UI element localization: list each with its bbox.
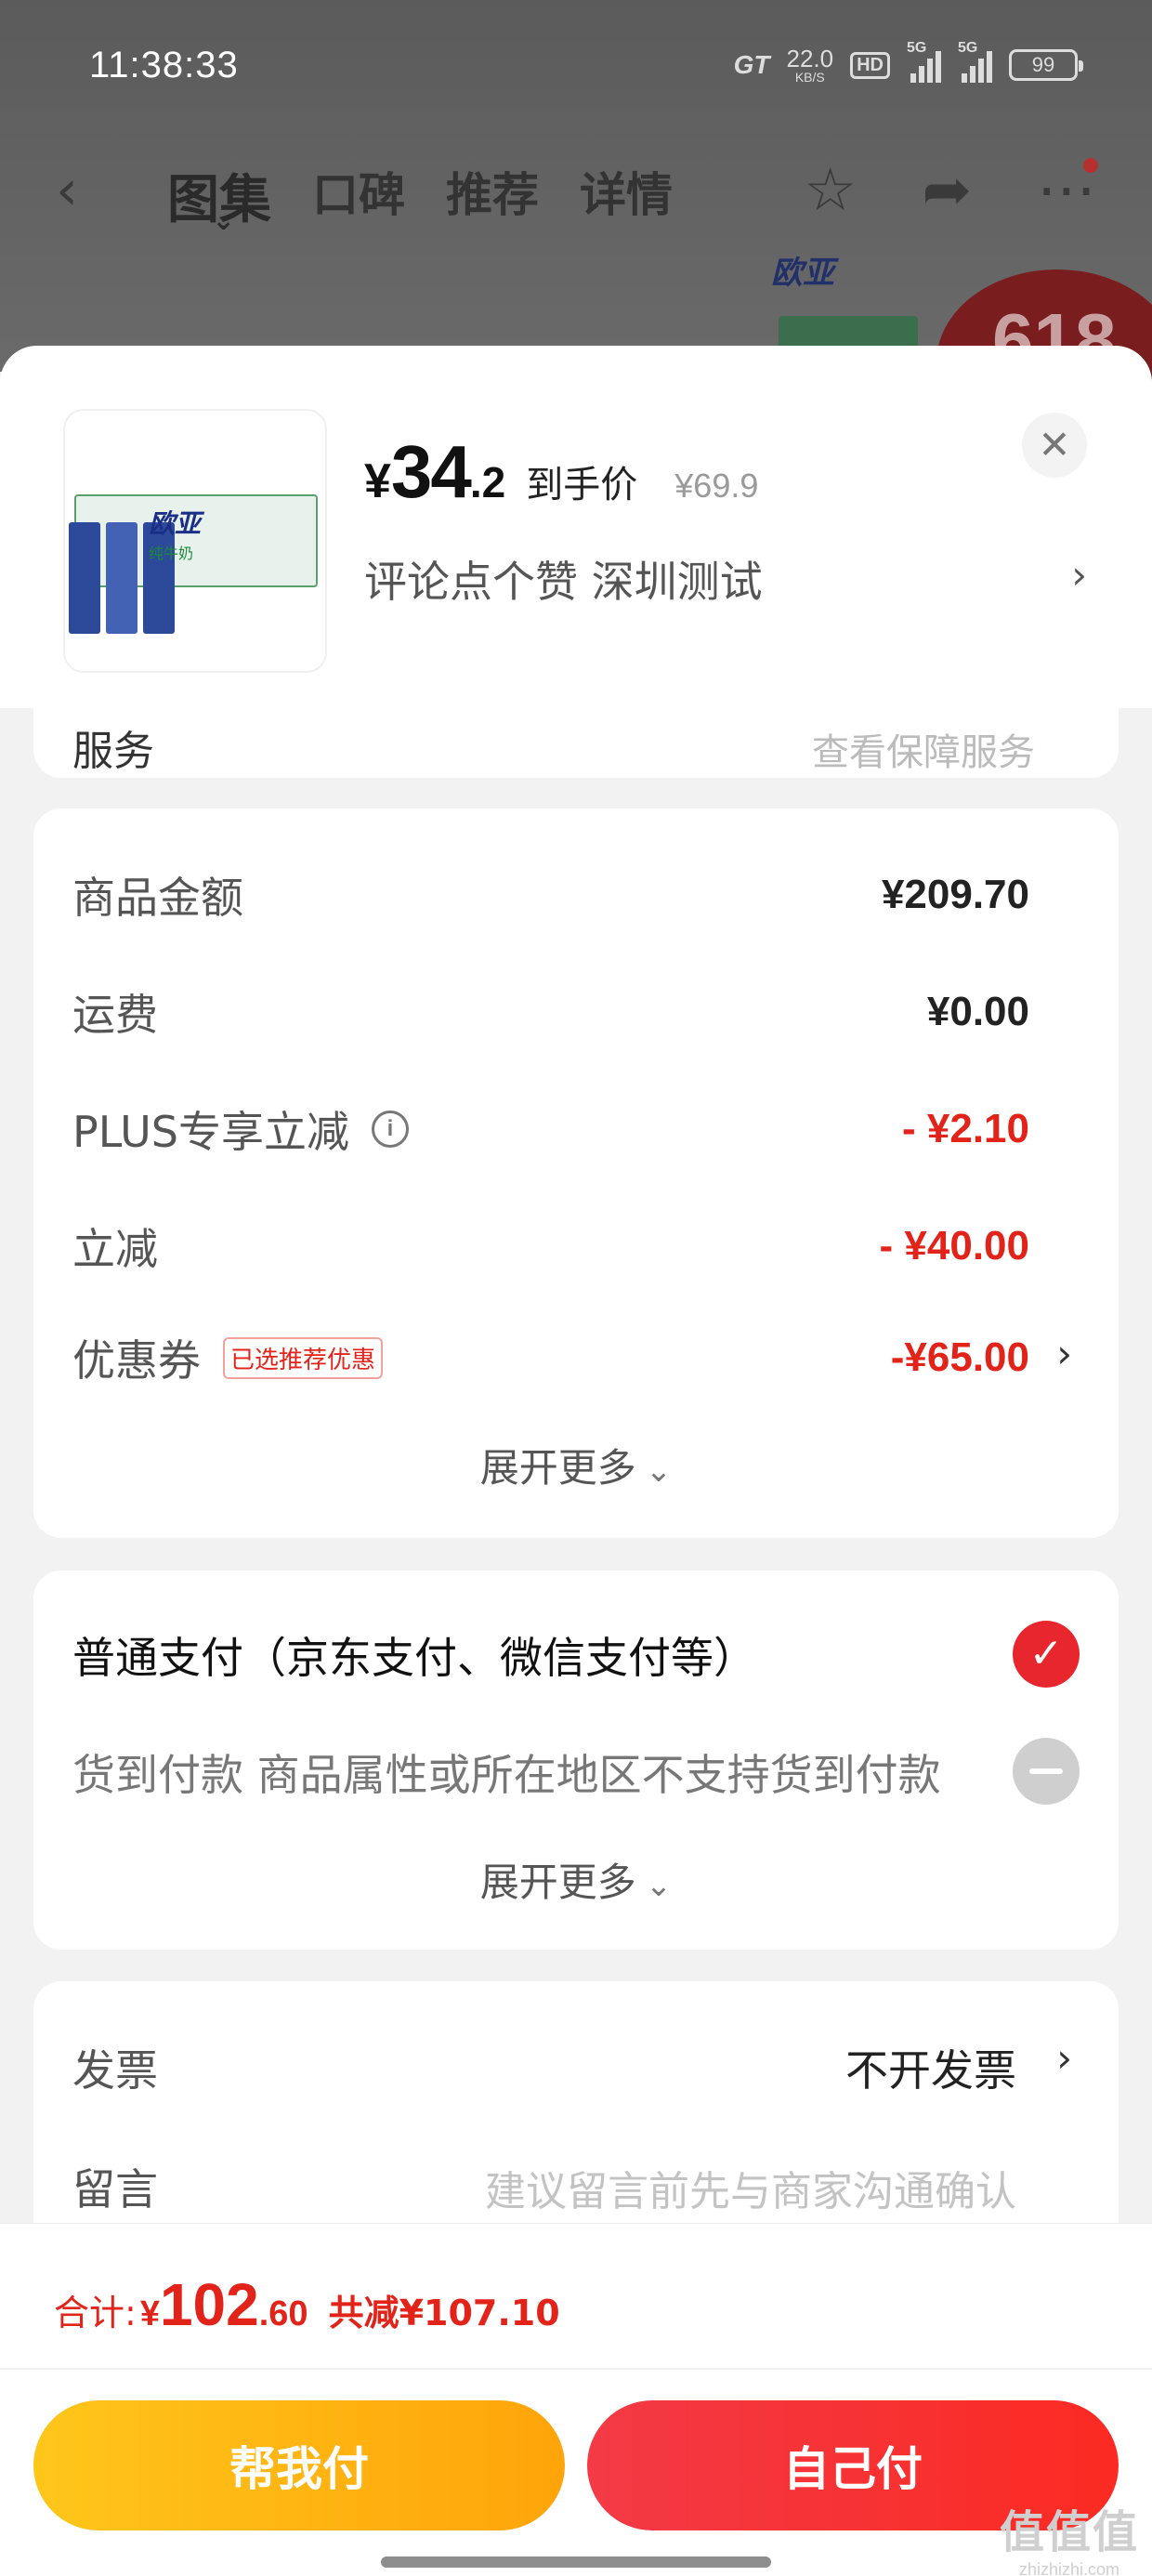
total-symbol: ¥ [139,2294,160,2333]
network-speed: 22.0 KB/S [787,46,834,84]
background-brand-logo: 欧亚 [771,255,834,292]
total-decimal: .60 [258,2294,308,2333]
payment-cod: 货到付款 商品属性或所在地区不支持货到付款 [72,1750,941,1800]
cost-value: ¥209.70 [881,872,1029,917]
expand-label: 展开更多 [479,1860,636,1905]
cost-label: 立减 [72,1224,158,1274]
cost-label: 商品金额 [72,873,243,923]
payment-normal[interactable]: 普通支付（京东支付、微信支付等） [72,1624,756,1686]
cost-row-instant: 立减 - ¥40.00 [72,1214,1029,1279]
nav-actions: ☆ ➦ ⋯ [804,156,1096,225]
chevron-down-icon: ⌄ [645,1452,673,1490]
checkmark-icon[interactable]: ✓ [1013,1621,1080,1688]
network-brand: GT [733,50,770,79]
checkout-footer: 合计: ¥ 102 .60 共减¥107.10 帮我付 自己付 [0,2223,1152,2576]
product-image[interactable]: 欧亚 纯牛奶 [65,411,325,671]
top-nav: ‹ 图集 口碑 推荐 详情 ☆ ➦ ⋯ [0,139,1152,242]
milk-pack-graphic [106,522,137,634]
home-indicator[interactable] [381,2556,771,2568]
spec-selector[interactable]: 评论点个赞 深圳测试 [364,548,1089,610]
signal-label: 5G [907,40,927,56]
chevron-right-icon[interactable]: › [1056,1331,1072,1376]
milk-pack-graphic [69,522,100,634]
watermark: 值值值 zhizhizhi.com [1000,2495,1139,2576]
info-icon[interactable]: i [371,1111,409,1148]
payment-card: 普通支付（京东支付、微信支付等） ✓ 货到付款 商品属性或所在地区不支持货到付款… [33,1571,1119,1950]
expand-label: 展开更多 [479,1445,636,1491]
total-label: 合计: [54,2293,137,2333]
cost-card: 商品金额 ¥209.70 运费 ¥0.00 PLUS专享立减 i - ¥2.10… [33,808,1119,1538]
cost-value: - ¥40.00 [879,1223,1029,1268]
battery-icon: 99 [1009,49,1083,81]
invoice-value[interactable]: 不开发票 [845,2037,1016,2098]
tab-reviews[interactable]: 口碑 [312,158,405,233]
speed-value: 22.0 [786,45,834,72]
extras-card: 发票 不开发票 › 留言 建议留言前先与商家沟通确认 [33,1981,1119,2260]
cost-label: 优惠券 [72,1335,201,1386]
cost-row-goods: 商品金额 ¥209.70 [72,862,1029,927]
share-icon[interactable]: ➦ [922,156,972,225]
product-header: 欧亚 纯牛奶 ¥ 34 .2 到手价 ¥69.9 评论点个赞 深圳测试 › ✕ [0,346,1152,708]
cost-label-wrap: 优惠券 已选推荐优惠 [72,1327,384,1388]
expand-more-payment[interactable]: 展开更多 ⌄ [33,1851,1119,1908]
chevron-down-icon: ⌄ [645,1867,673,1904]
price-symbol: ¥ [364,454,391,508]
cost-label: 运费 [72,990,158,1040]
watermark-url: zhizhizhi.com [1018,2560,1120,2576]
cost-label: PLUS专享立减 [72,1107,349,1157]
nav-tabs: 图集 口碑 推荐 详情 [167,158,673,237]
pay-for-me-button[interactable]: 帮我付 [33,2400,565,2530]
signal-icon: 5G [907,40,941,83]
tab-details[interactable]: 详情 [580,158,673,233]
signal-icon-2: 5G [958,40,992,83]
signal-label-2: 5G [958,40,978,56]
hd-badge: HD [850,51,890,79]
star-icon[interactable]: ☆ [804,156,857,225]
price-row: ¥ 34 .2 到手价 ¥69.9 [364,429,758,515]
speed-unit: KB/S [794,70,825,85]
service-value[interactable]: 查看保障服务 [812,722,1035,776]
cost-value: - ¥2.10 [902,1106,1029,1151]
cost-value: -¥65.00 [890,1334,1029,1380]
notification-dot [1083,158,1098,173]
price-decimal: .2 [469,458,506,506]
image-subtitle: 纯牛奶 [149,545,194,562]
cost-label-wrap: PLUS专享立减 i [72,1098,409,1160]
status-time: 11:38:33 [89,45,239,85]
chevron-right-icon[interactable]: › [1071,552,1087,598]
price-integer: 34 [390,430,472,513]
close-icon[interactable]: ✕ [1022,413,1087,478]
image-brand: 欧亚 [149,508,202,539]
total-discount: 共减¥107.10 [328,2293,560,2333]
price-tag: 到手价 [526,464,638,506]
status-indicators: GT 22.0 KB/S HD 5G 5G 99 [733,40,1083,84]
chevron-right-icon[interactable]: › [1056,2035,1072,2081]
tab-gallery[interactable]: 图集 [167,158,271,237]
total-integer: 102 [159,2271,259,2338]
cost-value: ¥0.00 [926,989,1029,1034]
expand-more-cost[interactable]: 展开更多 ⌄ [33,1437,1119,1493]
coupon-badge: 已选推荐优惠 [223,1336,384,1379]
cost-row-coupon[interactable]: 优惠券 已选推荐优惠 -¥65.00 [72,1325,1029,1390]
tab-recommend[interactable]: 推荐 [446,158,539,233]
original-price: ¥69.9 [674,467,759,505]
background-page: 11:38:33 GT 22.0 KB/S HD 5G 5G 99 ‹ 图集 口… [0,0,1152,455]
note-label: 留言 [72,2164,158,2215]
divider [0,2368,1152,2370]
back-icon[interactable]: ‹ [56,158,78,223]
total-row: 合计: ¥ 102 .60 共减¥107.10 [54,2270,560,2339]
service-label: 服务 [72,728,154,775]
watermark-logo: 值值值 [999,2506,1139,2558]
status-bar: 11:38:33 GT 22.0 KB/S HD 5G 5G 99 [0,0,1152,139]
disabled-icon [1013,1738,1080,1805]
cost-row-plus: PLUS专享立减 i - ¥2.10 [72,1097,1029,1162]
invoice-label: 发票 [72,2045,158,2096]
note-input[interactable]: 建议留言前先与商家沟通确认 [485,2158,1016,2217]
cost-row-shipping: 运费 ¥0.00 [72,979,1029,1045]
